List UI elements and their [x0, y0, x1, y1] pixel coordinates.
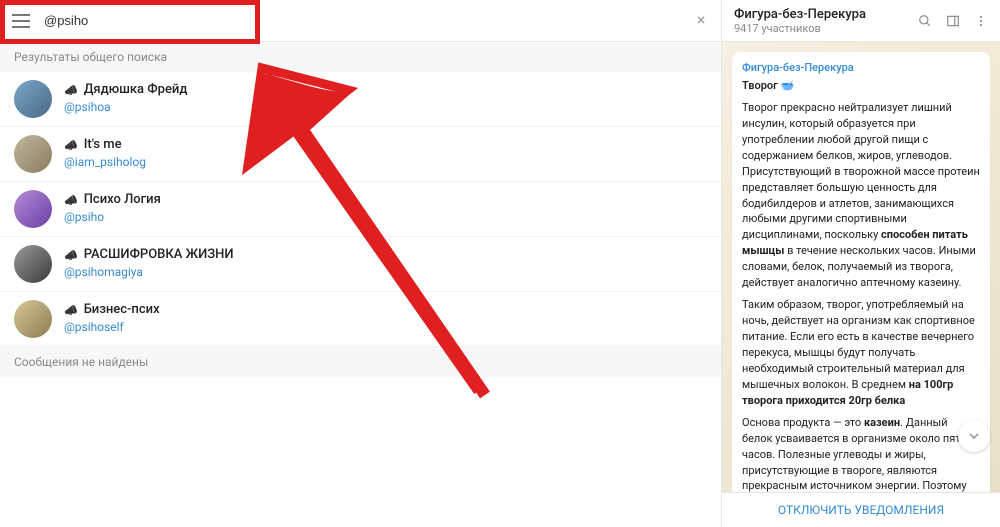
result-handle: @iam_psiholog — [64, 155, 707, 171]
result-handle: @psihoself — [64, 320, 707, 336]
scroll-down-button[interactable] — [958, 420, 990, 452]
avatar — [14, 190, 52, 228]
result-handle: @psihoa — [64, 100, 707, 116]
result-title: 📣It's me — [64, 137, 707, 154]
result-title: 📣Дядюшка Фрейд — [64, 82, 707, 99]
chat-header: Фигура-без-Перекура 9417 участников — [722, 0, 1000, 42]
chat-title[interactable]: Фигура-без-Перекура — [734, 7, 918, 22]
message-area: Фигура-без-Перекура Творог 🥣 Творог прек… — [722, 42, 1000, 492]
chat-subtitle: 9417 участников — [734, 22, 918, 35]
message-paragraph: Основа продукта — это казеин. Данный бел… — [742, 415, 980, 492]
result-title: 📣Психо Логия — [64, 192, 707, 209]
global-results-header: Результаты общего поиска — [0, 42, 721, 72]
search-result-item[interactable]: 📣Бизнес-псих@psihoself — [0, 292, 721, 347]
megaphone-icon: 📣 — [64, 84, 78, 98]
search-bar: × — [0, 0, 721, 42]
result-handle: @psihomagiya — [64, 265, 707, 281]
message-bubble[interactable]: Фигура-без-Перекура Творог 🥣 Творог прек… — [732, 52, 990, 492]
megaphone-icon: 📣 — [64, 249, 78, 263]
result-title: 📣РАСШИФРОВКА ЖИЗНИ — [64, 247, 707, 264]
result-title: 📣Бизнес-псих — [64, 302, 707, 319]
megaphone-icon: 📣 — [64, 304, 78, 318]
search-icon[interactable] — [918, 14, 932, 28]
mute-notifications-button[interactable]: ОТКЛЮЧИТЬ УВЕДОМЛЕНИЯ — [722, 492, 1000, 527]
search-result-item[interactable]: 📣РАСШИФРОВКА ЖИЗНИ@psihomagiya — [0, 237, 721, 292]
more-icon[interactable] — [974, 14, 988, 28]
message-channel-name[interactable]: Фигура-без-Перекура — [742, 60, 980, 76]
search-result-item[interactable]: 📣Психо Логия@psiho — [0, 182, 721, 237]
megaphone-icon: 📣 — [64, 194, 78, 208]
search-result-item[interactable]: 📣It's me@iam_psiholog — [0, 127, 721, 182]
clear-search-icon[interactable]: × — [693, 13, 709, 29]
message-paragraph: Таким образом, творог, употребляемый на … — [742, 297, 980, 409]
search-input[interactable] — [44, 13, 693, 28]
menu-icon[interactable] — [12, 14, 30, 28]
no-messages-found: Сообщения не найдены — [0, 347, 721, 377]
result-handle: @psiho — [64, 210, 707, 226]
message-paragraph: Творог прекрасно нейтрализует лишний инс… — [742, 100, 980, 291]
search-result-item[interactable]: 📣Дядюшка Фрейд@psihoa — [0, 72, 721, 127]
avatar — [14, 80, 52, 118]
avatar — [14, 245, 52, 283]
avatar — [14, 300, 52, 338]
avatar — [14, 135, 52, 173]
message-title: Творог 🥣 — [742, 78, 980, 94]
megaphone-icon: 📣 — [64, 139, 78, 153]
panel-icon[interactable] — [946, 14, 960, 28]
